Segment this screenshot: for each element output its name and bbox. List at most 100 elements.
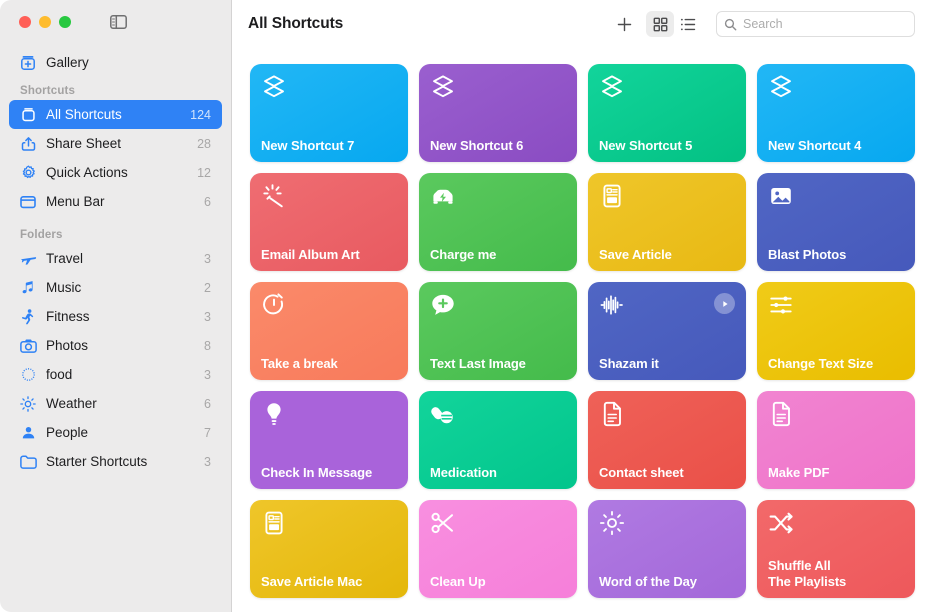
sidebar-item-share-sheet[interactable]: Share Sheet 28 — [9, 129, 222, 158]
close-button[interactable] — [19, 16, 31, 28]
sun-icon — [19, 395, 37, 413]
add-shortcut-button[interactable] — [610, 11, 638, 37]
document-icon — [599, 401, 625, 427]
sidebar-item-label: Gallery — [46, 55, 214, 70]
pills-icon — [430, 401, 456, 427]
shortcut-tile-label: Text Last Image — [430, 356, 566, 371]
sidebar-item-fitness[interactable]: Fitness 3 — [9, 302, 222, 331]
sidebar-item-count: 3 — [204, 252, 214, 266]
article-icon — [599, 183, 625, 209]
shortcut-tile-label: Change Text Size — [768, 356, 904, 371]
toolbar: All Shortcuts — [232, 0, 932, 48]
sidebar-item-photos[interactable]: Photos 8 — [9, 331, 222, 360]
search-input[interactable] — [743, 17, 907, 31]
shortcut-tile-label: New Shortcut 5 — [599, 138, 735, 153]
message-plus-icon — [430, 292, 456, 318]
window-controls — [0, 0, 231, 44]
play-badge-icon[interactable] — [714, 293, 735, 314]
sidebar-item-music[interactable]: Music 2 — [9, 273, 222, 302]
timer-icon — [261, 292, 287, 318]
layers-icon — [768, 74, 794, 100]
sidebar-item-label: food — [46, 367, 195, 382]
shortcut-tile[interactable]: Blast Photos — [757, 173, 915, 271]
sidebar-item-count: 12 — [197, 166, 214, 180]
zoom-button[interactable] — [59, 16, 71, 28]
sidebar-item-label: Starter Shortcuts — [46, 454, 195, 469]
waveform-icon — [599, 292, 625, 318]
shortcuts-grid-scroll[interactable]: New Shortcut 7 New Shortcut 6 New Shortc… — [232, 48, 932, 612]
sidebar-item-count: 124 — [190, 108, 214, 122]
shortcut-tile[interactable]: Charge me — [419, 173, 577, 271]
sidebar-section-header-shortcuts: Shortcuts — [0, 85, 231, 100]
sidebar-item-menu-bar[interactable]: Menu Bar 6 — [9, 187, 222, 216]
sidebar-item-gallery[interactable]: Gallery — [9, 48, 222, 77]
shortcut-tile[interactable]: Save Article Mac — [250, 500, 408, 598]
shortcut-tile[interactable]: New Shortcut 6 — [419, 64, 577, 162]
music-note-icon — [19, 279, 37, 297]
sidebar-item-quick-actions[interactable]: Quick Actions 12 — [9, 158, 222, 187]
shortcut-tile[interactable]: Email Album Art — [250, 173, 408, 271]
sidebar-item-all-shortcuts[interactable]: All Shortcuts 124 — [9, 100, 222, 129]
sidebar-item-food[interactable]: food 3 — [9, 360, 222, 389]
grid-view-button[interactable] — [646, 11, 674, 37]
sidebar-toggle-icon[interactable] — [108, 14, 128, 30]
shortcut-tile-label: Charge me — [430, 247, 566, 262]
shortcut-tile-label: Shazam it — [599, 356, 735, 371]
minimize-button[interactable] — [39, 16, 51, 28]
shortcut-tile-label: Clean Up — [430, 574, 566, 589]
shortcut-tile[interactable]: New Shortcut 7 — [250, 64, 408, 162]
sidebar-item-count: 3 — [204, 455, 214, 469]
search-icon — [724, 18, 737, 31]
sidebar-item-label: Share Sheet — [46, 136, 188, 151]
ev-car-icon — [430, 183, 456, 209]
sidebar-item-count: 3 — [204, 310, 214, 324]
article-icon — [261, 510, 287, 536]
shortcut-tile-label: Medication — [430, 465, 566, 480]
sidebar-item-people[interactable]: People 7 — [9, 418, 222, 447]
shortcut-tile-label: Save Article Mac — [261, 574, 397, 589]
shortcut-tile[interactable]: Shazam it — [588, 282, 746, 380]
sidebar-item-starter-shortcuts[interactable]: Starter Shortcuts 3 — [9, 447, 222, 476]
shortcut-tile[interactable]: Make PDF — [757, 391, 915, 489]
sidebar-item-label: People — [46, 425, 195, 440]
sidebar-item-label: Travel — [46, 251, 195, 266]
sidebar-item-count: 6 — [204, 397, 214, 411]
runner-icon — [19, 308, 37, 326]
shortcut-tile-label: Word of the Day — [599, 574, 735, 589]
shortcut-tile[interactable]: Word of the Day — [588, 500, 746, 598]
main-content: All Shortcuts — [232, 0, 932, 612]
shortcut-tile[interactable]: Clean Up — [419, 500, 577, 598]
shortcut-tile[interactable]: Medication — [419, 391, 577, 489]
shortcut-tile[interactable]: New Shortcut 5 — [588, 64, 746, 162]
gallery-icon — [19, 54, 37, 72]
shortcut-tile-label: New Shortcut 7 — [261, 138, 397, 153]
shortcut-tile[interactable]: New Shortcut 4 — [757, 64, 915, 162]
search-field[interactable] — [716, 11, 915, 37]
layers-icon — [430, 74, 456, 100]
shuffle-icon — [768, 510, 794, 536]
sidebar-item-label: Weather — [46, 396, 195, 411]
shortcut-tile[interactable]: Contact sheet — [588, 391, 746, 489]
shortcut-tile-label: Check In Message — [261, 465, 397, 480]
camera-icon — [19, 337, 37, 355]
sidebar-item-label: Fitness — [46, 309, 195, 324]
shortcut-tile[interactable]: Save Article — [588, 173, 746, 271]
all-shortcuts-icon — [19, 106, 37, 124]
folder-icon — [19, 453, 37, 471]
shortcut-tile-label: Contact sheet — [599, 465, 735, 480]
document-icon — [768, 401, 794, 427]
sidebar-item-weather[interactable]: Weather 6 — [9, 389, 222, 418]
list-view-button[interactable] — [674, 11, 702, 37]
shortcut-tile[interactable]: Text Last Image — [419, 282, 577, 380]
shortcut-tile-label: New Shortcut 4 — [768, 138, 904, 153]
sidebar-item-count: 3 — [204, 368, 214, 382]
shortcut-tile-label: Make PDF — [768, 465, 904, 480]
sidebar-item-travel[interactable]: Travel 3 — [9, 244, 222, 273]
shortcut-tile[interactable]: Check In Message — [250, 391, 408, 489]
scissors-icon — [430, 510, 456, 536]
shortcut-tile[interactable]: Take a break — [250, 282, 408, 380]
shortcut-tile[interactable]: Change Text Size — [757, 282, 915, 380]
sidebar-item-count: 8 — [204, 339, 214, 353]
sidebar-item-label: All Shortcuts — [46, 107, 181, 122]
shortcut-tile[interactable]: Shuffle All The Playlists — [757, 500, 915, 598]
